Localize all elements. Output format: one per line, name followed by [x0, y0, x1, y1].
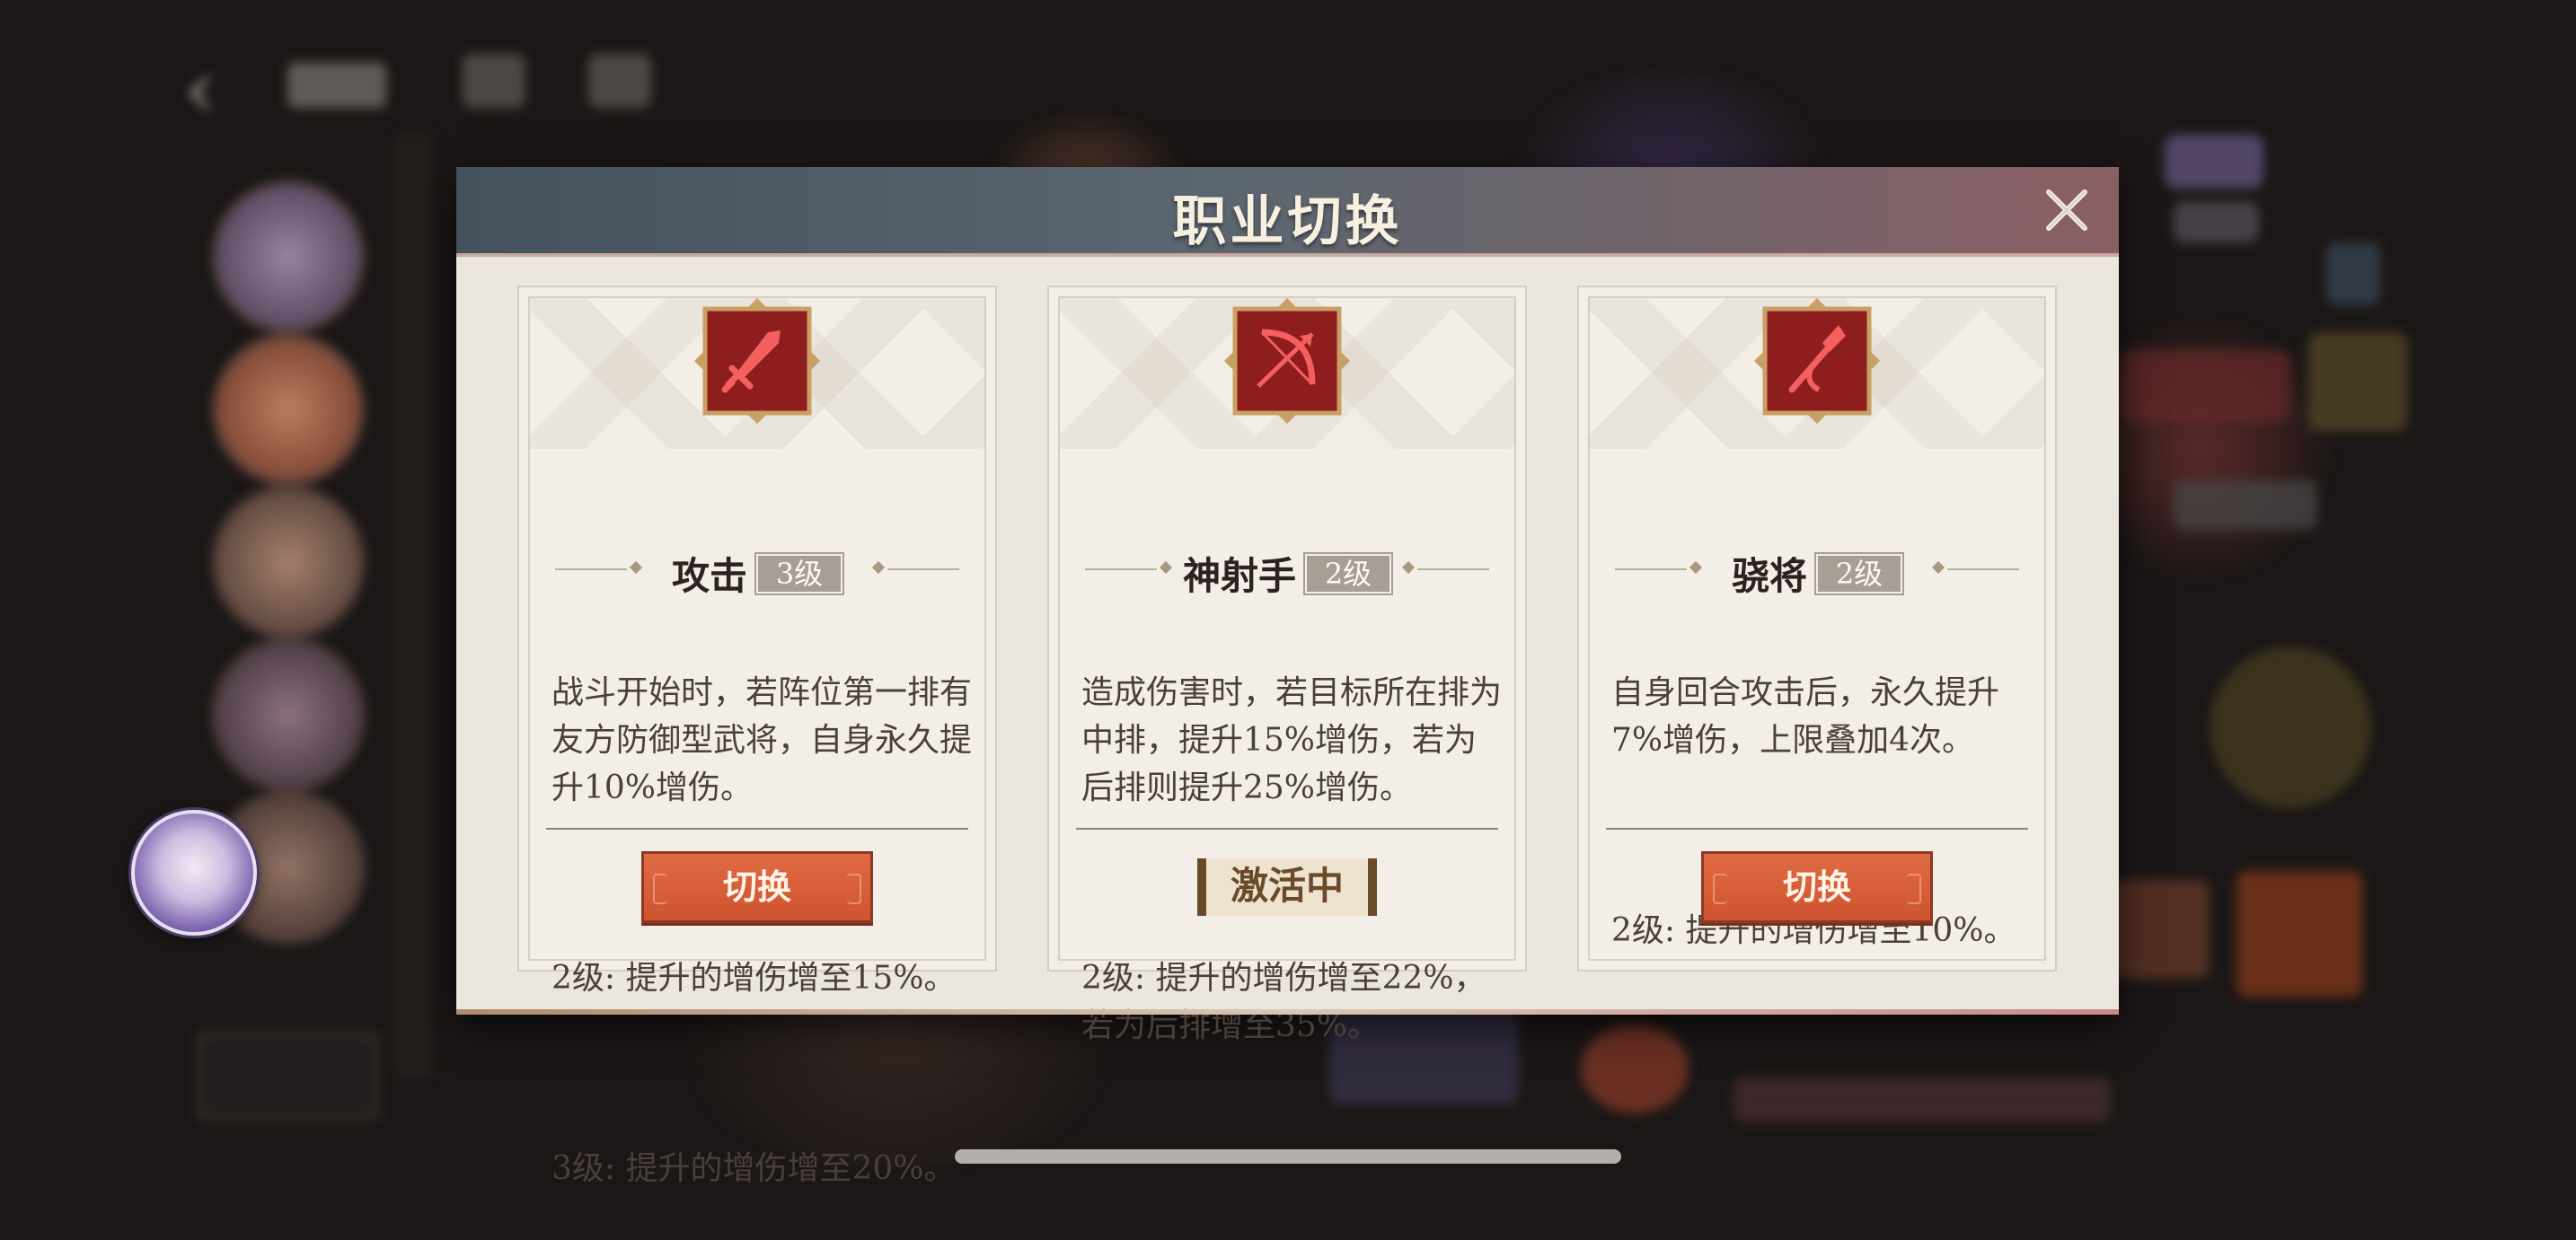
class-description: 自身回合攻击后，永久提升7%增伤，上限叠加4次。 2级: 提升的增伤增至10%。	[1611, 674, 2016, 949]
home-indicator[interactable]	[955, 1149, 1621, 1164]
level-badge: 3级	[754, 551, 844, 595]
bow-icon	[1224, 298, 1350, 424]
class-description: 造成伤害时，若目标所在排为中排，提升15%增伤，若为后排则提升25%增伤。 2级…	[1081, 674, 1503, 1044]
spear-icon	[1754, 298, 1880, 424]
class-switch-dialog: 职业切换 攻击 3级 战斗开始时，若阵位第一排有友方防御型武将，自身永久提升10%	[456, 167, 2119, 1187]
class-name: 骁将	[1731, 554, 1807, 598]
close-icon[interactable]	[2042, 185, 2092, 235]
class-name: 神射手	[1182, 554, 1296, 598]
class-name: 攻击	[671, 554, 747, 598]
class-description: 战斗开始时，若阵位第一排有友方防御型武将，自身永久提升10%增伤。 2级: 提升…	[551, 674, 973, 1187]
switch-button[interactable]: 切换	[1701, 851, 1933, 923]
level-badge: 2级	[1814, 551, 1904, 595]
class-card-marksman: 神射手 2级 造成伤害时，若目标所在排为中排，提升15%增伤，若为后排则提升25%…	[1047, 286, 1527, 1044]
class-card-valiant-general: 骁将 2级 自身回合攻击后，永久提升7%增伤，上限叠加4次。 2级: 提升的增伤增…	[1577, 286, 2057, 972]
level-badge: 2级	[1303, 551, 1393, 595]
class-card-attack: 攻击 3级 战斗开始时，若阵位第一排有友方防御型武将，自身永久提升10%增伤。 2…	[517, 286, 997, 1187]
dialog-title: 职业切换	[1172, 190, 1403, 253]
dialog-header: 职业切换	[456, 167, 2119, 257]
back-arrow-icon: ‹	[184, 42, 216, 136]
switch-button[interactable]: 切换	[641, 851, 873, 923]
floating-assistant-avatar[interactable]	[131, 810, 257, 936]
active-status: 激活中	[1197, 858, 1377, 916]
sword-icon	[694, 298, 820, 424]
